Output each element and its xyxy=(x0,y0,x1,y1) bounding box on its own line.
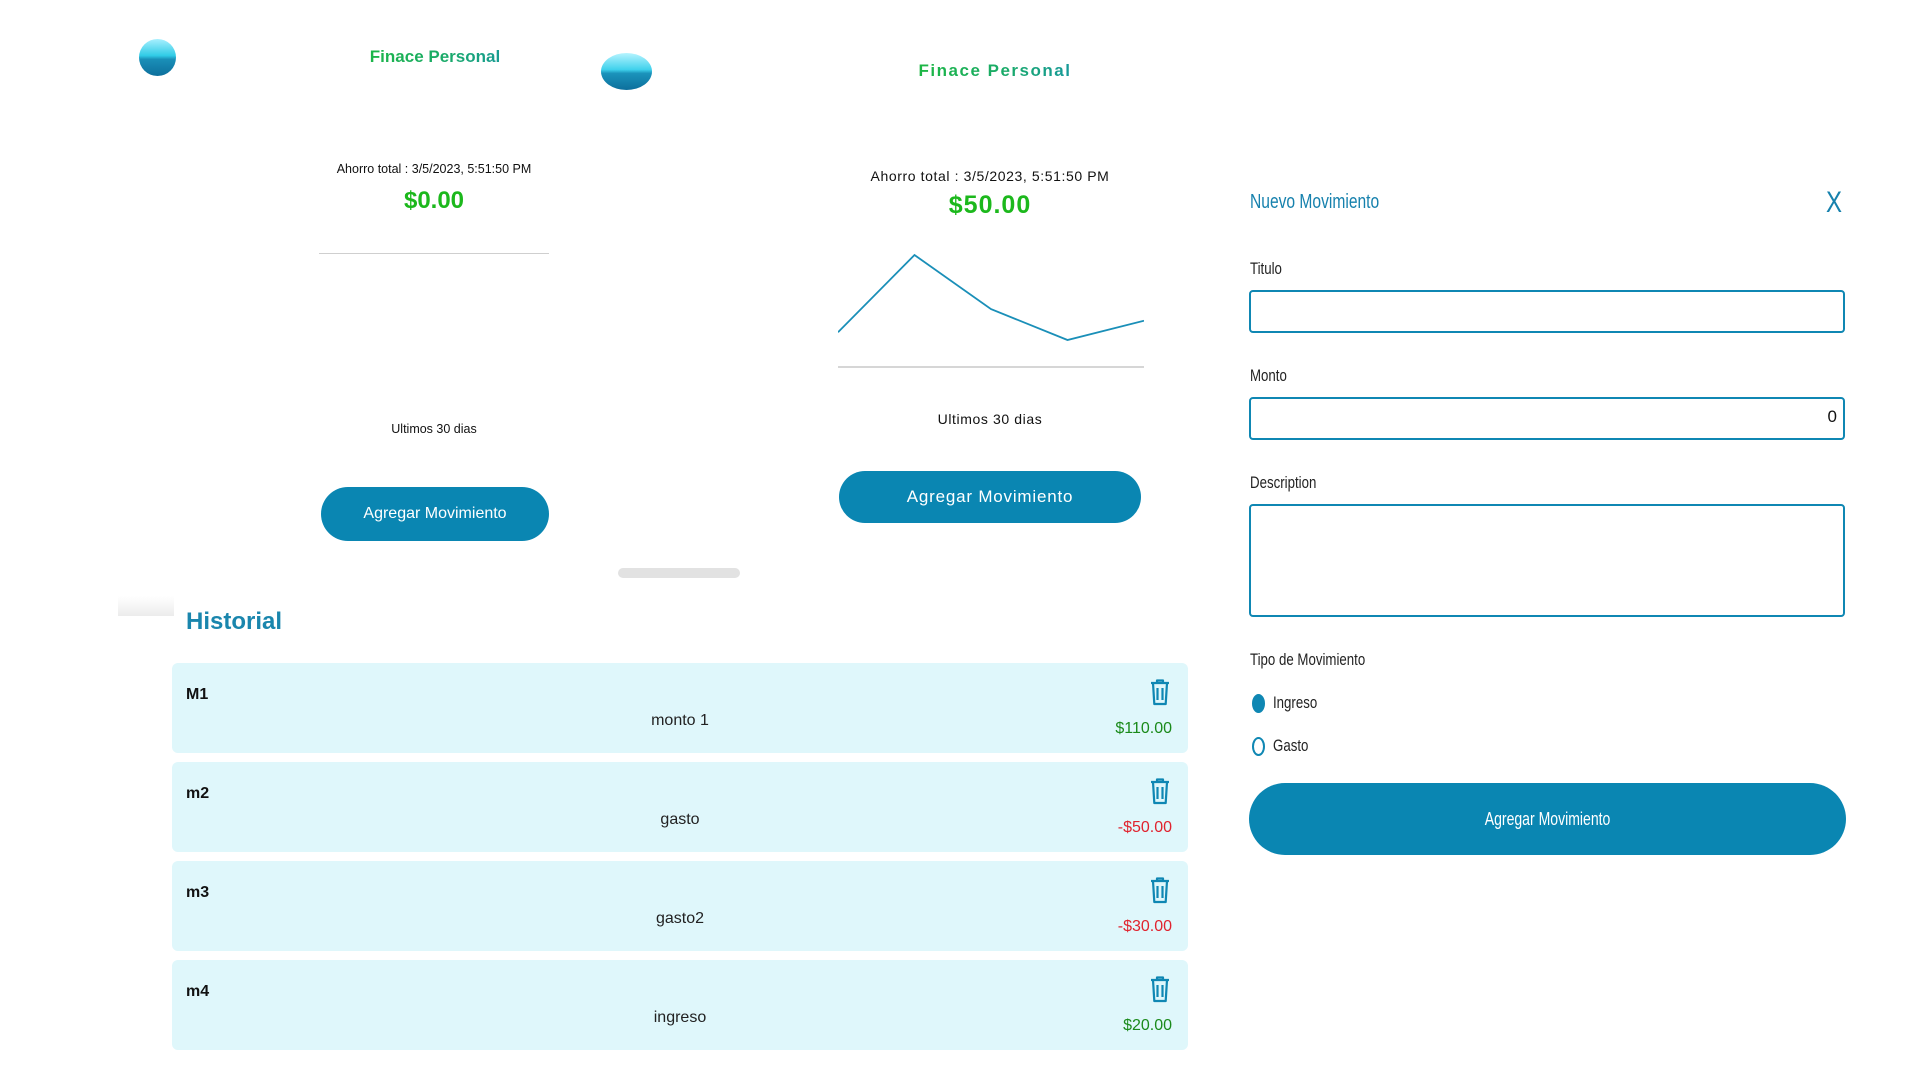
submit-movement-button[interactable]: Agregar Movimiento xyxy=(1249,783,1846,855)
brand-title: Finace Personal xyxy=(300,47,570,67)
savings-label: Ahorro total : 3/5/2023, 5:51:50 PM xyxy=(336,162,532,176)
history-card-description: gasto xyxy=(660,811,700,828)
description-textarea[interactable] xyxy=(1249,504,1845,617)
history-card-amount: -$50.00 xyxy=(1117,819,1172,836)
history-card: m2 gasto -$50.00 xyxy=(172,762,1188,852)
history-title: Historial xyxy=(186,608,283,635)
history-card: M1 monto 1 $110.00 xyxy=(172,663,1188,753)
tipo-label: Tipo de Movimiento xyxy=(1250,650,1366,669)
period-label: Ultimos 30 dias xyxy=(937,411,1043,427)
titulo-label: Titulo xyxy=(1250,259,1282,278)
savings-label: Ahorro total : 3/5/2023, 5:51:50 PM xyxy=(870,168,1110,184)
history-card-description: monto 1 xyxy=(651,712,709,729)
close-icon[interactable]: X xyxy=(1826,186,1842,220)
trash-icon[interactable] xyxy=(1148,876,1172,904)
radio-ingreso-label[interactable]: Ingreso xyxy=(1273,693,1317,713)
trash-icon[interactable] xyxy=(1148,678,1172,706)
history-card-title: m4 xyxy=(186,983,210,1000)
history-card-title: M1 xyxy=(186,686,209,703)
history-card-amount: $20.00 xyxy=(1123,1017,1172,1034)
trash-icon[interactable] xyxy=(1148,975,1172,1003)
history-card-title: m2 xyxy=(186,785,210,802)
savings-value: $0.00 xyxy=(403,187,465,214)
series-line xyxy=(838,253,1144,341)
chart-baseline xyxy=(319,253,549,254)
form-title: Nuevo Movimiento xyxy=(1250,191,1380,213)
app-logo xyxy=(601,53,652,90)
radio-ingreso[interactable] xyxy=(1252,694,1265,713)
savings-value: $50.00 xyxy=(948,191,1032,219)
history-card: m3 gasto2 -$30.00 xyxy=(172,861,1188,951)
monto-label: Monto xyxy=(1250,366,1287,385)
description-label: Description xyxy=(1250,473,1317,492)
history-card-description: ingreso xyxy=(653,1009,707,1026)
radio-gasto-label[interactable]: Gasto xyxy=(1273,736,1308,756)
monto-input[interactable]: 0 xyxy=(1249,397,1845,440)
titulo-input[interactable] xyxy=(1249,290,1845,333)
history-card-amount: -$30.00 xyxy=(1117,918,1172,935)
history-card-title: m3 xyxy=(186,884,210,901)
monto-value: 0 xyxy=(1827,407,1837,426)
divider-shadow xyxy=(118,596,174,616)
add-movement-button[interactable]: Agregar Movimiento xyxy=(321,487,549,541)
radio-gasto[interactable] xyxy=(1252,737,1265,756)
history-card-description: gasto2 xyxy=(655,910,705,927)
add-movement-button[interactable]: Agregar Movimiento xyxy=(839,471,1141,523)
trash-icon[interactable] xyxy=(1148,777,1172,805)
savings-line-chart xyxy=(838,253,1144,368)
drag-handle[interactable] xyxy=(618,568,740,578)
history-card-amount: $110.00 xyxy=(1115,720,1172,737)
period-label: Ultimos 30 dias xyxy=(391,422,477,436)
history-card: m4 ingreso $20.00 xyxy=(172,960,1188,1050)
app-logo xyxy=(139,39,176,76)
brand-title: Finace Personal xyxy=(860,61,1130,81)
